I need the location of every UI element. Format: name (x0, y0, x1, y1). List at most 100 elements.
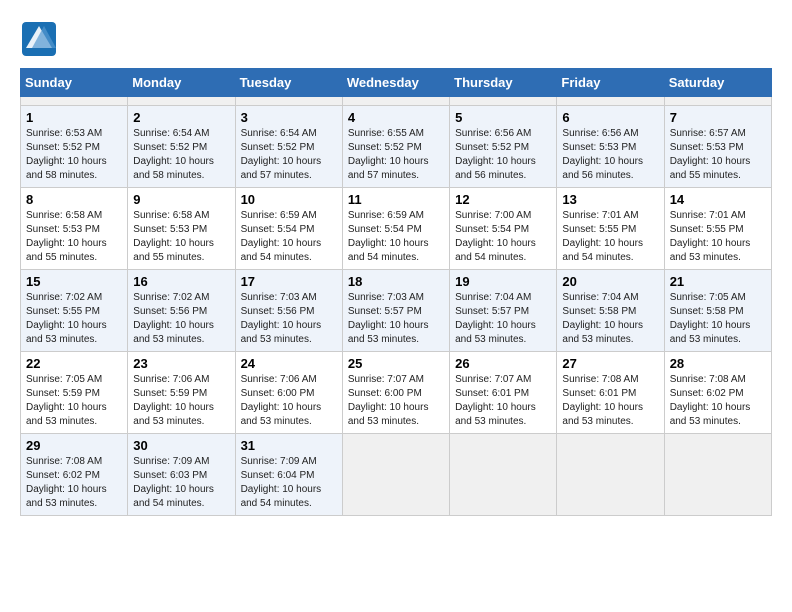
calendar-cell: 22 Sunrise: 7:05 AMSunset: 5:59 PMDayligh… (21, 352, 128, 434)
day-number: 13 (562, 192, 658, 207)
col-wednesday: Wednesday (342, 69, 449, 97)
logo (20, 20, 62, 58)
calendar-cell: 9 Sunrise: 6:58 AMSunset: 5:53 PMDaylight… (128, 188, 235, 270)
calendar-cell: 13 Sunrise: 7:01 AMSunset: 5:55 PMDayligh… (557, 188, 664, 270)
day-info: Sunrise: 7:03 AMSunset: 5:57 PMDaylight:… (348, 291, 444, 347)
day-number: 16 (133, 274, 229, 289)
day-number: 22 (26, 356, 122, 371)
day-info: Sunrise: 7:07 AMSunset: 6:00 PMDaylight:… (348, 373, 444, 429)
calendar-cell: 31Sunrise: 7:09 AMSunset: 6:04 PMDayligh… (235, 434, 342, 516)
calendar-cell: 11 Sunrise: 6:59 AMSunset: 5:54 PMDayligh… (342, 188, 449, 270)
calendar-cell: 21Sunrise: 7:05 AMSunset: 5:58 PMDayligh… (664, 270, 771, 352)
calendar-cell: 7 Sunrise: 6:57 AMSunset: 5:53 PMDaylight… (664, 106, 771, 188)
col-friday: Friday (557, 69, 664, 97)
day-number: 28 (670, 356, 766, 371)
calendar-cell: 10 Sunrise: 6:59 AMSunset: 5:54 PMDayligh… (235, 188, 342, 270)
col-thursday: Thursday (450, 69, 557, 97)
calendar-week-1 (21, 97, 772, 106)
day-info: Sunrise: 7:01 AMSunset: 5:55 PMDaylight:… (562, 209, 658, 265)
calendar-cell: 14Sunrise: 7:01 AMSunset: 5:55 PMDayligh… (664, 188, 771, 270)
day-info: Sunrise: 6:58 AMSunset: 5:53 PMDaylight:… (133, 209, 229, 265)
day-info: Sunrise: 7:03 AMSunset: 5:56 PMDaylight:… (241, 291, 337, 347)
day-number: 7 (670, 110, 766, 125)
day-info: Sunrise: 6:59 AMSunset: 5:54 PMDaylight:… (241, 209, 337, 265)
day-number: 5 (455, 110, 551, 125)
day-number: 10 (241, 192, 337, 207)
calendar-week-2: 1 Sunrise: 6:53 AMSunset: 5:52 PMDaylight… (21, 106, 772, 188)
calendar-cell: 2 Sunrise: 6:54 AMSunset: 5:52 PMDaylight… (128, 106, 235, 188)
calendar-week-4: 15Sunrise: 7:02 AMSunset: 5:55 PMDayligh… (21, 270, 772, 352)
day-info: Sunrise: 6:55 AMSunset: 5:52 PMDaylight:… (348, 127, 444, 183)
day-info: Sunrise: 7:08 AMSunset: 6:02 PMDaylight:… (26, 455, 122, 511)
day-number: 23 (133, 356, 229, 371)
day-info: Sunrise: 7:00 AMSunset: 5:54 PMDaylight:… (455, 209, 551, 265)
calendar-week-3: 8Sunrise: 6:58 AMSunset: 5:53 PMDaylight… (21, 188, 772, 270)
day-number: 29 (26, 438, 122, 453)
calendar-cell: 17 Sunrise: 7:03 AMSunset: 5:56 PMDayligh… (235, 270, 342, 352)
day-number: 31 (241, 438, 337, 453)
col-monday: Monday (128, 69, 235, 97)
day-number: 1 (26, 110, 122, 125)
day-number: 12 (455, 192, 551, 207)
day-number: 18 (348, 274, 444, 289)
calendar-table: Sunday Monday Tuesday Wednesday Thursday… (20, 68, 772, 516)
day-info: Sunrise: 7:01 AMSunset: 5:55 PMDaylight:… (670, 209, 766, 265)
day-info: Sunrise: 6:59 AMSunset: 5:54 PMDaylight:… (348, 209, 444, 265)
calendar-cell (21, 97, 128, 106)
day-number: 27 (562, 356, 658, 371)
calendar-cell: 8Sunrise: 6:58 AMSunset: 5:53 PMDaylight… (21, 188, 128, 270)
calendar-week-5: 22 Sunrise: 7:05 AMSunset: 5:59 PMDayligh… (21, 352, 772, 434)
calendar-cell (664, 97, 771, 106)
calendar-cell (557, 434, 664, 516)
day-info: Sunrise: 6:57 AMSunset: 5:53 PMDaylight:… (670, 127, 766, 183)
calendar-cell: 23 Sunrise: 7:06 AMSunset: 5:59 PMDayligh… (128, 352, 235, 434)
day-info: Sunrise: 6:53 AMSunset: 5:52 PMDaylight:… (26, 127, 122, 183)
day-info: Sunrise: 7:07 AMSunset: 6:01 PMDaylight:… (455, 373, 551, 429)
day-number: 11 (348, 192, 444, 207)
calendar-cell: 5 Sunrise: 6:56 AMSunset: 5:52 PMDaylight… (450, 106, 557, 188)
calendar-week-6: 29 Sunrise: 7:08 AMSunset: 6:02 PMDayligh… (21, 434, 772, 516)
header-row: Sunday Monday Tuesday Wednesday Thursday… (21, 69, 772, 97)
calendar-cell: 3 Sunrise: 6:54 AMSunset: 5:52 PMDaylight… (235, 106, 342, 188)
day-number: 19 (455, 274, 551, 289)
calendar-cell: 25Sunrise: 7:07 AMSunset: 6:00 PMDayligh… (342, 352, 449, 434)
day-info: Sunrise: 6:56 AMSunset: 5:52 PMDaylight:… (455, 127, 551, 183)
calendar-cell: 18 Sunrise: 7:03 AMSunset: 5:57 PMDayligh… (342, 270, 449, 352)
day-number: 17 (241, 274, 337, 289)
calendar-cell: 24Sunrise: 7:06 AMSunset: 6:00 PMDayligh… (235, 352, 342, 434)
calendar-cell: 6Sunrise: 6:56 AMSunset: 5:53 PMDaylight… (557, 106, 664, 188)
col-tuesday: Tuesday (235, 69, 342, 97)
day-number: 2 (133, 110, 229, 125)
logo-icon (20, 20, 58, 58)
calendar-cell: 12 Sunrise: 7:00 AMSunset: 5:54 PMDayligh… (450, 188, 557, 270)
day-info: Sunrise: 7:04 AMSunset: 5:58 PMDaylight:… (562, 291, 658, 347)
day-number: 9 (133, 192, 229, 207)
calendar-cell: 4 Sunrise: 6:55 AMSunset: 5:52 PMDaylight… (342, 106, 449, 188)
col-saturday: Saturday (664, 69, 771, 97)
day-info: Sunrise: 7:09 AMSunset: 6:03 PMDaylight:… (133, 455, 229, 511)
calendar-cell (128, 97, 235, 106)
day-info: Sunrise: 7:08 AMSunset: 6:02 PMDaylight:… (670, 373, 766, 429)
day-info: Sunrise: 6:54 AMSunset: 5:52 PMDaylight:… (241, 127, 337, 183)
calendar-cell: 26Sunrise: 7:07 AMSunset: 6:01 PMDayligh… (450, 352, 557, 434)
day-number: 15 (26, 274, 122, 289)
day-number: 4 (348, 110, 444, 125)
day-info: Sunrise: 6:54 AMSunset: 5:52 PMDaylight:… (133, 127, 229, 183)
day-info: Sunrise: 7:06 AMSunset: 5:59 PMDaylight:… (133, 373, 229, 429)
day-number: 24 (241, 356, 337, 371)
day-number: 3 (241, 110, 337, 125)
day-info: Sunrise: 6:56 AMSunset: 5:53 PMDaylight:… (562, 127, 658, 183)
day-info: Sunrise: 7:05 AMSunset: 5:58 PMDaylight:… (670, 291, 766, 347)
calendar-cell: 30Sunrise: 7:09 AMSunset: 6:03 PMDayligh… (128, 434, 235, 516)
day-info: Sunrise: 7:05 AMSunset: 5:59 PMDaylight:… (26, 373, 122, 429)
calendar-cell: 20 Sunrise: 7:04 AMSunset: 5:58 PMDayligh… (557, 270, 664, 352)
calendar-cell (664, 434, 771, 516)
day-info: Sunrise: 7:04 AMSunset: 5:57 PMDaylight:… (455, 291, 551, 347)
calendar-cell: 27Sunrise: 7:08 AMSunset: 6:01 PMDayligh… (557, 352, 664, 434)
calendar-cell: 19 Sunrise: 7:04 AMSunset: 5:57 PMDayligh… (450, 270, 557, 352)
calendar-cell: 15Sunrise: 7:02 AMSunset: 5:55 PMDayligh… (21, 270, 128, 352)
calendar-cell (342, 434, 449, 516)
day-number: 20 (562, 274, 658, 289)
day-info: Sunrise: 6:58 AMSunset: 5:53 PMDaylight:… (26, 209, 122, 265)
calendar-cell: 16Sunrise: 7:02 AMSunset: 5:56 PMDayligh… (128, 270, 235, 352)
